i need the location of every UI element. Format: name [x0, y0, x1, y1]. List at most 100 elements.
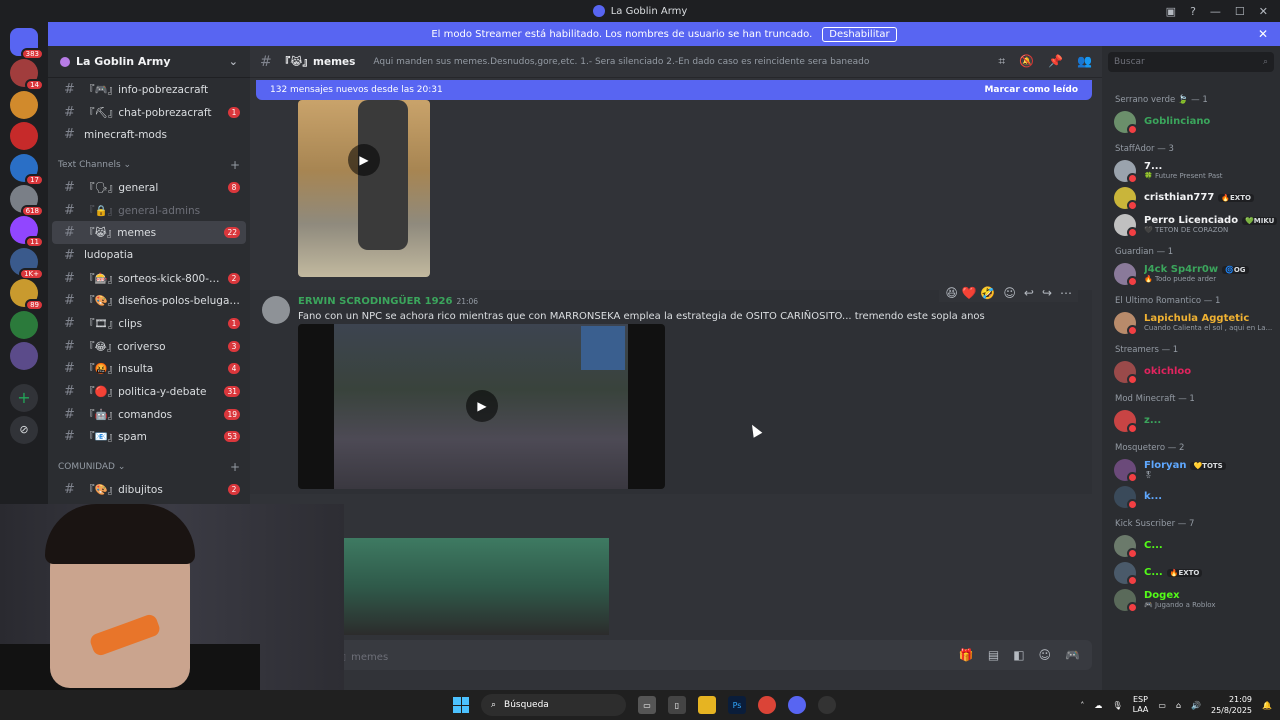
server-icon[interactable]: 383	[10, 28, 44, 60]
channel-item[interactable]: # 『🔒』general-admins	[52, 199, 246, 222]
disable-streamer-button[interactable]: Deshabilitar	[822, 26, 897, 42]
image-attachment[interactable]	[344, 538, 609, 635]
chevron-up-icon[interactable]: ˄	[1080, 701, 1084, 710]
add-server-button[interactable]: +	[10, 384, 38, 412]
channel-item[interactable]: # 『🎮』info-pobrezacraft	[52, 78, 246, 101]
channel-item[interactable]: # 『🎨』dibujitos 2	[52, 478, 246, 501]
channel-item[interactable]: # minecraft-mods	[52, 123, 246, 146]
avatar[interactable]	[1114, 213, 1138, 238]
avatar[interactable]	[1114, 159, 1138, 184]
avatar[interactable]	[1114, 485, 1138, 510]
channel-item[interactable]: # 『🔴』politica-y-debate 31	[52, 380, 246, 403]
maximize-button[interactable]: ☐	[1235, 5, 1245, 18]
member-item[interactable]: C... 🔥EXTO	[1102, 559, 1280, 586]
app-icon[interactable]	[818, 696, 836, 714]
avatar[interactable]	[1114, 458, 1138, 483]
server-icon[interactable]: 89	[10, 279, 44, 312]
activity-icon[interactable]: 🎮	[1065, 648, 1080, 662]
avatar[interactable]	[1114, 360, 1138, 385]
member-item[interactable]: 7... 🍀 Future Present Past	[1102, 157, 1280, 184]
more-icon[interactable]: ⋯	[1060, 286, 1072, 300]
avatar[interactable]	[262, 296, 290, 324]
forward-icon[interactable]: ↪	[1042, 286, 1052, 300]
threads-icon[interactable]: ⌗	[998, 54, 1005, 69]
member-item[interactable]: C...	[1102, 532, 1280, 559]
server-icon[interactable]	[10, 90, 38, 119]
video-attachment[interactable]: ▶	[298, 100, 430, 277]
discord-icon[interactable]	[788, 696, 806, 714]
app-icon[interactable]: ▯	[668, 696, 686, 714]
channel-item[interactable]: # 『🎨』diseños-polos-beluga-ar...	[52, 290, 246, 313]
avatar[interactable]	[1114, 409, 1138, 434]
server-icon[interactable]: 14	[10, 59, 44, 92]
category-comunidad[interactable]: COMUNIDAD ⌄ +	[48, 456, 250, 478]
server-icon[interactable]	[10, 310, 38, 339]
guild-header[interactable]: La Goblin Army ⌄	[48, 46, 250, 78]
channel-item[interactable]: # 『🎰』sorteos-kick-800-s... 2	[52, 267, 246, 290]
sticker-icon[interactable]: ◧	[1013, 648, 1024, 662]
member-item[interactable]: z...	[1102, 407, 1280, 434]
member-item[interactable]: Lapichula Aggtetic Cuando Calienta el sol…	[1102, 309, 1280, 336]
member-item[interactable]: k...	[1102, 483, 1280, 510]
taskbar-search[interactable]: ⌕ Búsqueda	[481, 694, 626, 716]
message-input[interactable]: nsaje a #『😹』memes 🎁 ▤ ◧ ☺ 🎮	[260, 640, 1092, 670]
volume-icon[interactable]: 🔊	[1191, 701, 1201, 710]
avatar[interactable]	[1114, 561, 1138, 586]
network-icon[interactable]: ⌂	[1176, 701, 1181, 710]
cloud-icon[interactable]: ☁	[1094, 701, 1102, 710]
explore-servers-icon[interactable]: ⊘	[10, 416, 38, 444]
members-icon[interactable]: 👥	[1077, 54, 1092, 69]
display-icon[interactable]: ▭	[1158, 701, 1166, 710]
clock[interactable]: 21:09 25/8/2025	[1211, 694, 1252, 716]
task-view-icon[interactable]: ▭	[638, 696, 656, 714]
chevron-down-icon[interactable]: ⌄	[229, 55, 238, 68]
avatar[interactable]	[1114, 588, 1138, 613]
server-icon[interactable]: 11	[10, 216, 44, 249]
add-channel-icon[interactable]: +	[230, 460, 240, 474]
notification-icon[interactable]: 🔕	[1019, 54, 1034, 69]
minimize-button[interactable]: —	[1210, 5, 1221, 18]
channel-item[interactable]: # 『📧』spam 53	[52, 426, 246, 449]
reply-icon[interactable]: ↩	[1024, 286, 1034, 300]
member-item[interactable]: J4ck Sp4rr0w 🌀OG 🔥 Todo puede arder	[1102, 260, 1280, 287]
channel-item[interactable]: # 『🤬』insulta 4	[52, 358, 246, 381]
language-indicator[interactable]: ESP LAA	[1133, 695, 1149, 715]
gift-icon[interactable]: 🎁	[959, 648, 974, 662]
new-messages-bar[interactable]: 132 mensajes nuevos desde las 20:31 Marc…	[256, 80, 1092, 100]
member-item[interactable]: okichloo	[1102, 358, 1280, 385]
member-item[interactable]: Dogex 🎮 Jugando a Roblox	[1102, 586, 1280, 613]
avatar[interactable]	[1114, 311, 1138, 336]
inbox-icon[interactable]: ▣	[1166, 5, 1176, 18]
add-channel-icon[interactable]: +	[230, 158, 240, 172]
server-icon[interactable]	[10, 122, 38, 151]
server-icon[interactable]: 1K+	[10, 247, 44, 280]
video-attachment[interactable]: ▶	[298, 324, 665, 489]
gif-icon[interactable]: ▤	[988, 648, 999, 662]
server-icon[interactable]	[10, 342, 38, 370]
add-reaction-icon[interactable]: ☺	[1003, 286, 1016, 300]
channel-item[interactable]: # 『🎞』clips 1	[52, 312, 246, 335]
help-icon[interactable]: ?	[1190, 5, 1196, 18]
member-item[interactable]: Floryan 💛TOTS 🎖	[1102, 456, 1280, 483]
channel-topic[interactable]: Aqui manden sus memes.Desnudos,gore,etc.…	[373, 57, 869, 67]
play-icon[interactable]: ▶	[348, 144, 380, 176]
channel-item[interactable]: # 『🗣』general 8	[52, 176, 246, 199]
avatar[interactable]	[1114, 110, 1138, 135]
file-explorer-icon[interactable]	[698, 696, 716, 714]
channel-item[interactable]: # 『😹』memes 22	[52, 221, 246, 245]
server-icon[interactable]: 17	[10, 153, 44, 186]
mark-as-read-button[interactable]: Marcar como leído	[984, 85, 1078, 95]
close-banner-icon[interactable]: ✕	[1258, 27, 1268, 41]
member-item[interactable]: Goblinciano	[1102, 108, 1280, 135]
member-item[interactable]: cristhian777 🔥EXTO	[1102, 184, 1280, 211]
category-text-channels[interactable]: Text Channels ⌄ +	[48, 154, 250, 176]
channel-item[interactable]: # 『⛏』chat-pobrezacraft 1	[52, 101, 246, 124]
photoshop-icon[interactable]: Ps	[728, 696, 746, 714]
play-icon[interactable]: ▶	[466, 390, 498, 422]
avatar[interactable]	[1114, 186, 1138, 211]
chrome-icon[interactable]	[758, 696, 776, 714]
channel-item[interactable]: # 『😂』coriverso 3	[52, 335, 246, 358]
avatar[interactable]	[1114, 262, 1138, 287]
avatar[interactable]	[1114, 534, 1138, 559]
mic-icon[interactable]: 🎙	[1112, 701, 1122, 710]
